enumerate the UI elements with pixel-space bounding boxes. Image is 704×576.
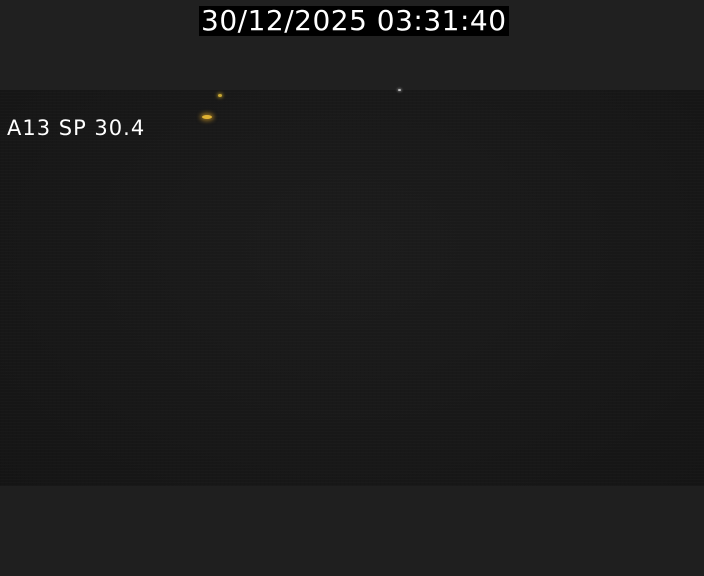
distant-light [398, 89, 401, 91]
timestamp-overlay: 30/12/2025 03:31:40 [199, 4, 509, 37]
night-road-scene [0, 90, 704, 486]
vehicle-headlight [202, 115, 212, 119]
bottom-border [0, 486, 704, 576]
distant-light [218, 94, 222, 97]
camera-location-label: A13 SP 30.4 [7, 116, 146, 140]
webcam-frame: 30/12/2025 03:31:40 A13 SP 30.4 [0, 0, 704, 576]
